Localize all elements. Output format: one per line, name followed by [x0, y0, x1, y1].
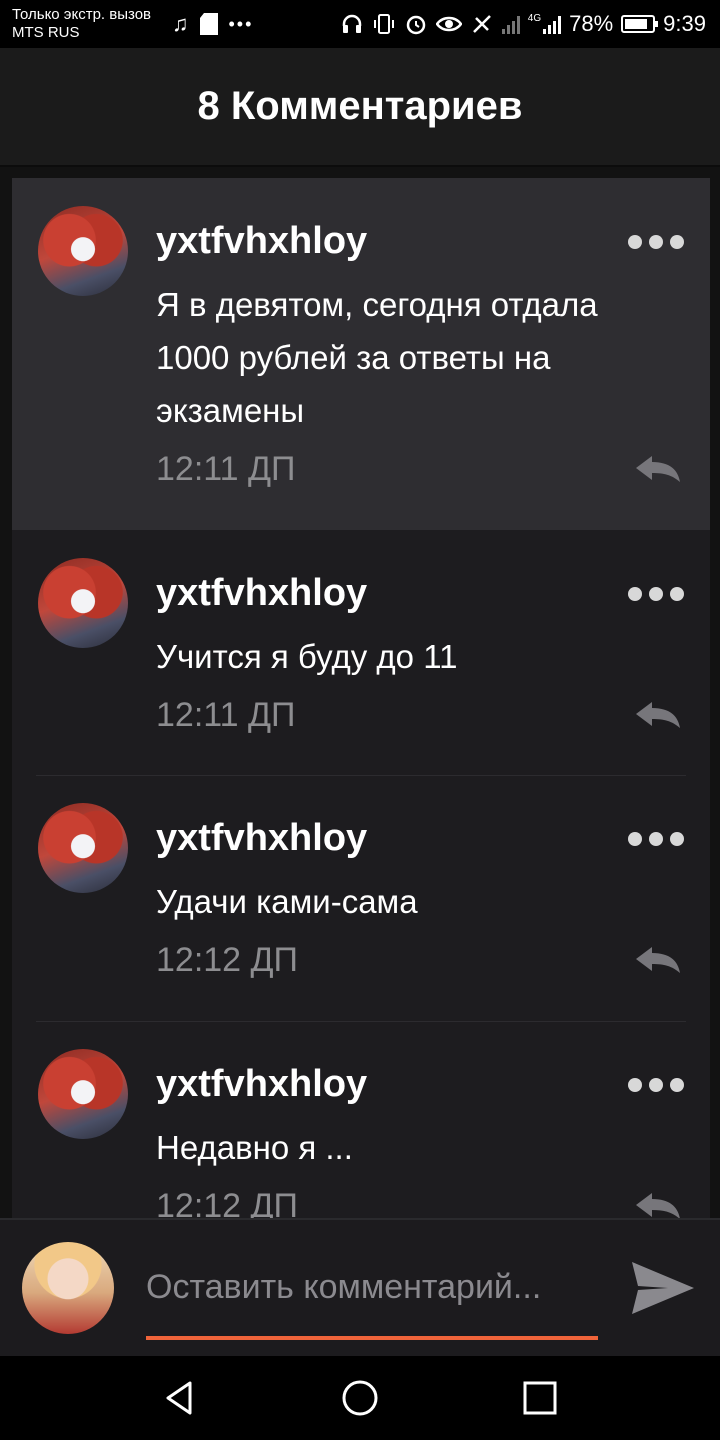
clock: 9:39 — [663, 11, 706, 36]
avatar[interactable] — [38, 1049, 128, 1139]
comment-time: 12:11 ДП — [156, 696, 296, 734]
comment-text-line: Я в девятом, сегодня отдала — [156, 286, 598, 323]
reply-icon[interactable] — [632, 700, 682, 730]
more-options-icon[interactable] — [628, 1078, 684, 1092]
avatar[interactable] — [38, 558, 128, 648]
reply-icon[interactable] — [632, 454, 682, 484]
back-icon[interactable] — [160, 1378, 200, 1418]
avatar[interactable] — [38, 206, 128, 296]
signal-4g-icon: 4G — [527, 13, 562, 34]
comment-input[interactable] — [146, 1268, 598, 1307]
comment-item[interactable]: yxtfvhxhloy Удачи ками-сама 12:12 ДП — [12, 775, 710, 1021]
user-avatar[interactable] — [22, 1242, 114, 1334]
carrier-line-2: MTS RUS — [12, 24, 80, 41]
comment-composer — [0, 1218, 720, 1358]
avatar[interactable] — [38, 803, 128, 893]
comment-text: Учится я буду до 11 — [156, 630, 676, 683]
comment-text-line: 1000 рублей за ответы на — [156, 339, 551, 376]
alarm-icon — [406, 15, 426, 35]
network-type-label: 4G — [527, 13, 542, 24]
page-title: 8 Комментариев — [197, 84, 523, 128]
comment-time: 12:12 ДП — [156, 941, 298, 979]
carrier-line-1: Только экстр. вызов — [12, 6, 152, 23]
comment-username[interactable]: yxtfvhxhloy — [156, 1063, 367, 1106]
divider — [36, 1021, 686, 1022]
comment-username[interactable]: yxtfvhxhloy — [156, 220, 367, 263]
comment-username[interactable]: yxtfvhxhloy — [156, 817, 367, 860]
no-sim-icon — [472, 15, 491, 33]
divider — [36, 775, 686, 776]
sd-card-icon — [199, 13, 218, 35]
comment-text-line: Учится я буду до 11 — [156, 638, 458, 675]
reply-icon[interactable] — [632, 1191, 682, 1218]
comment-time: 12:12 ДП — [156, 1187, 298, 1218]
recents-icon[interactable] — [520, 1378, 560, 1418]
eye-icon — [435, 16, 462, 32]
more-options-icon[interactable] — [628, 832, 684, 846]
headset-icon — [342, 14, 362, 33]
battery-icon — [621, 15, 659, 33]
comment-item[interactable]: yxtfvhxhloy Я в девятом, сегодня отдала … — [12, 178, 710, 530]
status-bar: Только экстр. вызов MTS RUS ♫ ••• 4G 78%… — [0, 0, 720, 48]
send-icon[interactable] — [630, 1258, 696, 1318]
more-options-icon[interactable] — [628, 235, 684, 249]
comment-text: Я в девятом, сегодня отдала 1000 рублей … — [156, 278, 676, 437]
comment-item[interactable]: yxtfvhxhloy Недавно я ... 12:12 ДП — [12, 1021, 710, 1218]
home-icon[interactable] — [340, 1378, 380, 1418]
comment-text-line: Недавно я ... — [156, 1129, 353, 1166]
comments-list[interactable]: yxtfvhxhloy Я в девятом, сегодня отдала … — [12, 178, 710, 1218]
comment-username[interactable]: yxtfvhxhloy — [156, 572, 367, 615]
music-note-icon: ♫ — [172, 11, 189, 36]
comment-text: Удачи ками-сама — [156, 875, 676, 928]
vibrate-icon — [373, 14, 394, 34]
signal-icon — [501, 14, 520, 34]
comment-item[interactable]: yxtfvhxhloy Учится я буду до 11 12:11 ДП — [12, 530, 710, 775]
comments-header: 8 Комментариев — [0, 48, 720, 167]
carrier-info: Только экстр. вызов MTS RUS — [12, 6, 151, 42]
comment-text-line: экзамены — [156, 392, 305, 429]
input-underline — [146, 1336, 598, 1340]
comment-text: Недавно я ... — [156, 1121, 676, 1174]
reply-icon[interactable] — [632, 945, 682, 975]
system-icons: 4G 78% 9:39 — [340, 8, 706, 40]
comment-text-line: Удачи ками-сама — [156, 883, 418, 920]
battery-percent: 78% — [569, 11, 614, 36]
notification-icons: ♫ ••• — [172, 8, 253, 40]
more-dots-icon: ••• — [228, 13, 254, 34]
comment-time: 12:11 ДП — [156, 450, 296, 488]
navigation-bar — [0, 1356, 720, 1440]
more-options-icon[interactable] — [628, 587, 684, 601]
